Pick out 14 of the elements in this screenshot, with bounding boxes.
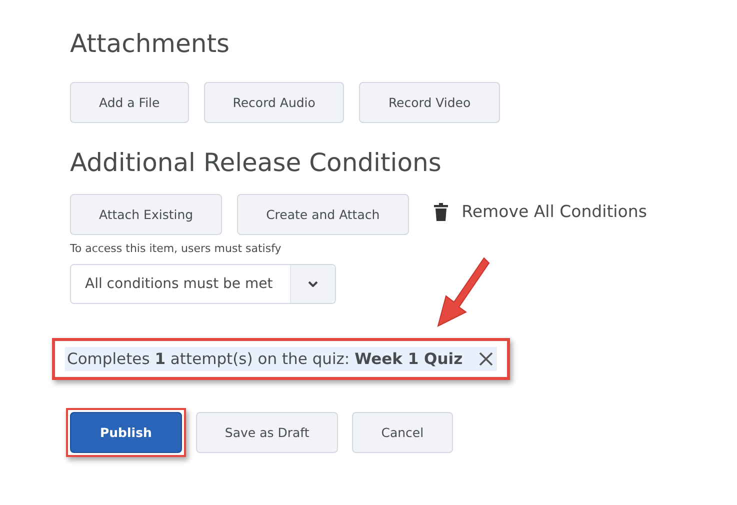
requirement-label: To access this item, users must satisfy	[70, 242, 282, 255]
form-button[interactable]: Save as Draft	[196, 412, 338, 453]
publish-button[interactable]: Publish	[70, 412, 182, 453]
remove-all-link[interactable]: Remove All Conditions	[462, 202, 647, 221]
section-heading: Attachments	[70, 28, 231, 60]
condition-text: Completes 1 attempt(s) on the quiz: Week 1 Quiz	[67, 350, 463, 368]
attachment-button[interactable]: Record Audio	[204, 82, 344, 123]
form-button[interactable]: Cancel	[352, 412, 453, 453]
attachment-button[interactable]: Record Video	[359, 82, 500, 123]
attachment-button[interactable]: Add a File	[70, 82, 189, 123]
condition-button[interactable]: Create and Attach	[237, 194, 409, 235]
section-heading: Additional Release Conditions	[70, 147, 442, 179]
condition-button[interactable]: Attach Existing	[70, 194, 222, 235]
requirement-dropdown[interactable]: All conditions must be met	[70, 264, 336, 304]
